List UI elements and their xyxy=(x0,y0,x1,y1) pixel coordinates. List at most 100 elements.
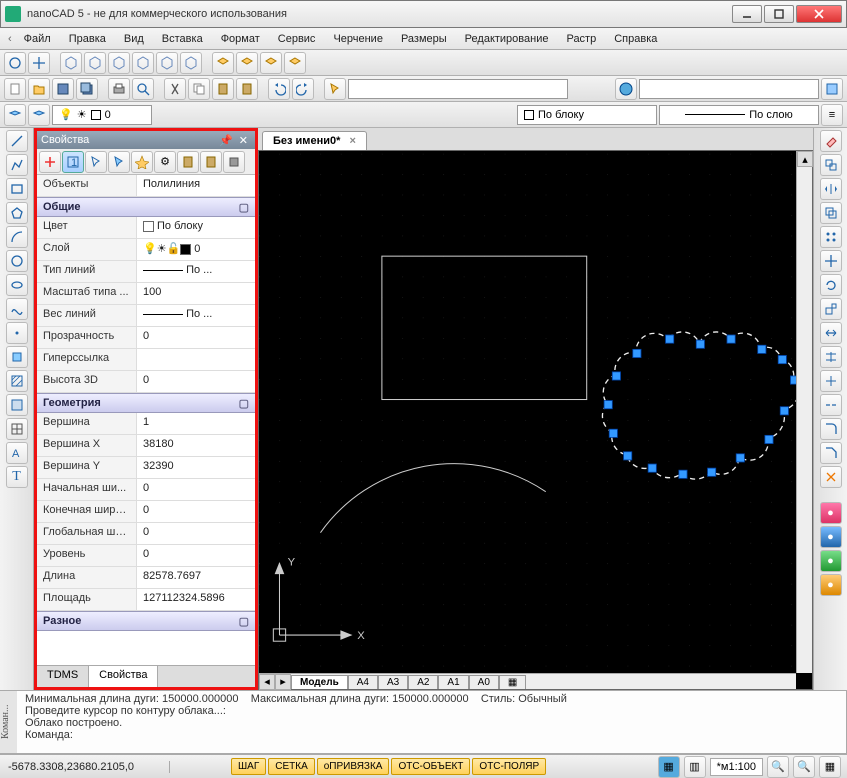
horizontal-scrollbar[interactable]: ◂ ▸ Модель A4 A3 A2 A1 A0 ▦ xyxy=(259,673,796,689)
section-general[interactable]: Общие▢ xyxy=(37,197,255,217)
open-icon[interactable] xyxy=(28,78,50,100)
toggle-otrack[interactable]: ОТС-ОБЪЕКТ xyxy=(391,758,470,775)
pan-icon[interactable] xyxy=(28,52,50,74)
box-back-icon[interactable] xyxy=(84,52,106,74)
scale-icon[interactable] xyxy=(820,298,842,320)
copy-props-icon[interactable] xyxy=(177,151,199,173)
box-front-icon[interactable] xyxy=(60,52,82,74)
spline-icon[interactable] xyxy=(6,298,28,320)
select-icon[interactable] xyxy=(324,78,346,100)
app4-icon[interactable]: ● xyxy=(820,574,842,596)
iso-ne-icon[interactable] xyxy=(260,52,282,74)
scale-combo[interactable]: *м1:100 xyxy=(710,758,763,776)
menu-prev-icon[interactable]: ‹ xyxy=(6,33,14,45)
app2-icon[interactable]: ● xyxy=(820,526,842,548)
preview-icon[interactable] xyxy=(132,78,154,100)
zoom-in-icon[interactable]: 🔍 xyxy=(767,756,789,778)
arc-icon[interactable] xyxy=(6,226,28,248)
prop-layer-value[interactable]: 💡☀🔓0 xyxy=(137,239,255,260)
tab-model[interactable]: Модель xyxy=(291,675,348,689)
toggle-polar[interactable]: ОТС-ПОЛЯР xyxy=(472,758,546,775)
properties-toggle-icon[interactable] xyxy=(821,78,843,100)
collapse-icon[interactable]: ▢ xyxy=(239,397,249,410)
menu-raster[interactable]: Растр xyxy=(558,31,604,47)
section-misc[interactable]: Разное▢ xyxy=(37,611,255,631)
prop-tool-icon[interactable]: ⚙ xyxy=(154,151,176,173)
layer-manager-icon[interactable] xyxy=(4,104,26,126)
prop-global-width-value[interactable]: 0 xyxy=(137,523,255,544)
paste-props-icon[interactable] xyxy=(200,151,222,173)
linetype-combo[interactable]: По слою xyxy=(659,105,819,125)
help-icon[interactable] xyxy=(615,78,637,100)
section-geometry[interactable]: Геометрия▢ xyxy=(37,393,255,413)
minimize-button[interactable] xyxy=(732,5,762,23)
pin-icon[interactable]: 📌 xyxy=(216,134,236,147)
paste-special-icon[interactable] xyxy=(236,78,258,100)
polygon-icon[interactable] xyxy=(6,202,28,224)
linetype-manager-icon[interactable]: ≡ xyxy=(821,104,843,126)
rectangle-icon[interactable] xyxy=(6,178,28,200)
filter-icon[interactable] xyxy=(108,151,130,173)
break-icon[interactable] xyxy=(820,394,842,416)
tab-a2[interactable]: A2 xyxy=(408,675,438,689)
menu-view[interactable]: Вид xyxy=(116,31,152,47)
prop-color-value[interactable]: По блоку xyxy=(137,217,255,238)
command-window[interactable]: Коман... Минимальная длина дуги: 150000.… xyxy=(0,690,847,754)
prop-ltscale-value[interactable]: 100 xyxy=(137,283,255,304)
print-icon[interactable] xyxy=(108,78,130,100)
paste-icon[interactable] xyxy=(212,78,234,100)
block-icon[interactable] xyxy=(6,346,28,368)
tab-a4[interactable]: A4 xyxy=(348,675,378,689)
vertical-scrollbar[interactable]: ▴ xyxy=(796,151,812,673)
app3-icon[interactable]: ● xyxy=(820,550,842,572)
color-combo[interactable]: По блоку xyxy=(517,105,657,125)
undo-icon[interactable] xyxy=(268,78,290,100)
collapse-icon[interactable]: ▢ xyxy=(239,201,249,214)
prop-height3d-value[interactable]: 0 xyxy=(137,371,255,392)
prop-vertex-y-value[interactable]: 32390 xyxy=(137,457,255,478)
prop-vertex-value[interactable]: 1 xyxy=(137,413,255,434)
maximize-button[interactable] xyxy=(764,5,794,23)
app1-icon[interactable]: ● xyxy=(820,502,842,524)
menu-draw[interactable]: Черчение xyxy=(325,31,391,47)
panel-close-icon[interactable]: ✕ xyxy=(236,134,251,147)
saveall-icon[interactable] xyxy=(76,78,98,100)
layer-combo[interactable]: 💡 ☀ 0 xyxy=(52,105,152,125)
menu-help[interactable]: Справка xyxy=(606,31,665,47)
rotate-icon[interactable] xyxy=(820,274,842,296)
cut-icon[interactable] xyxy=(164,78,186,100)
scroll-up-icon[interactable]: ▴ xyxy=(797,151,813,167)
text-icon[interactable]: T xyxy=(6,466,28,488)
select-objects-icon[interactable] xyxy=(85,151,107,173)
scroll-right-icon[interactable]: ▸ xyxy=(275,674,291,690)
chamfer-icon[interactable] xyxy=(820,442,842,464)
table-icon[interactable] xyxy=(6,418,28,440)
move-icon[interactable] xyxy=(820,250,842,272)
menu-insert[interactable]: Вставка xyxy=(154,31,211,47)
byblock-icon[interactable] xyxy=(223,151,245,173)
document-tab[interactable]: Без имени0* × xyxy=(262,131,367,150)
collapse-icon[interactable]: ▢ xyxy=(239,615,249,628)
quick-select-icon[interactable]: 1 xyxy=(62,151,84,173)
box-top-icon[interactable] xyxy=(156,52,178,74)
mtext-icon[interactable]: A xyxy=(6,442,28,464)
tab-a3[interactable]: A3 xyxy=(378,675,408,689)
menu-edit[interactable]: Правка xyxy=(61,31,114,47)
tab-a1[interactable]: A1 xyxy=(438,675,468,689)
stretch-icon[interactable] xyxy=(820,322,842,344)
polyline-icon[interactable] xyxy=(6,154,28,176)
array-icon[interactable] xyxy=(820,226,842,248)
iso-nw-icon[interactable] xyxy=(284,52,306,74)
tab-a0[interactable]: A0 xyxy=(469,675,499,689)
menu-dimensions[interactable]: Размеры xyxy=(393,31,455,47)
prop-linetype-value[interactable]: По ... xyxy=(137,261,255,282)
new-icon[interactable] xyxy=(4,78,26,100)
iso-se-icon[interactable] xyxy=(236,52,258,74)
circle-icon[interactable] xyxy=(6,250,28,272)
close-button[interactable] xyxy=(796,5,842,23)
menu-service[interactable]: Сервис xyxy=(270,31,324,47)
search-input[interactable] xyxy=(639,79,819,99)
menu-file[interactable]: Файл xyxy=(16,31,59,47)
prop-start-width-value[interactable]: 0 xyxy=(137,479,255,500)
menu-format[interactable]: Формат xyxy=(213,31,268,47)
